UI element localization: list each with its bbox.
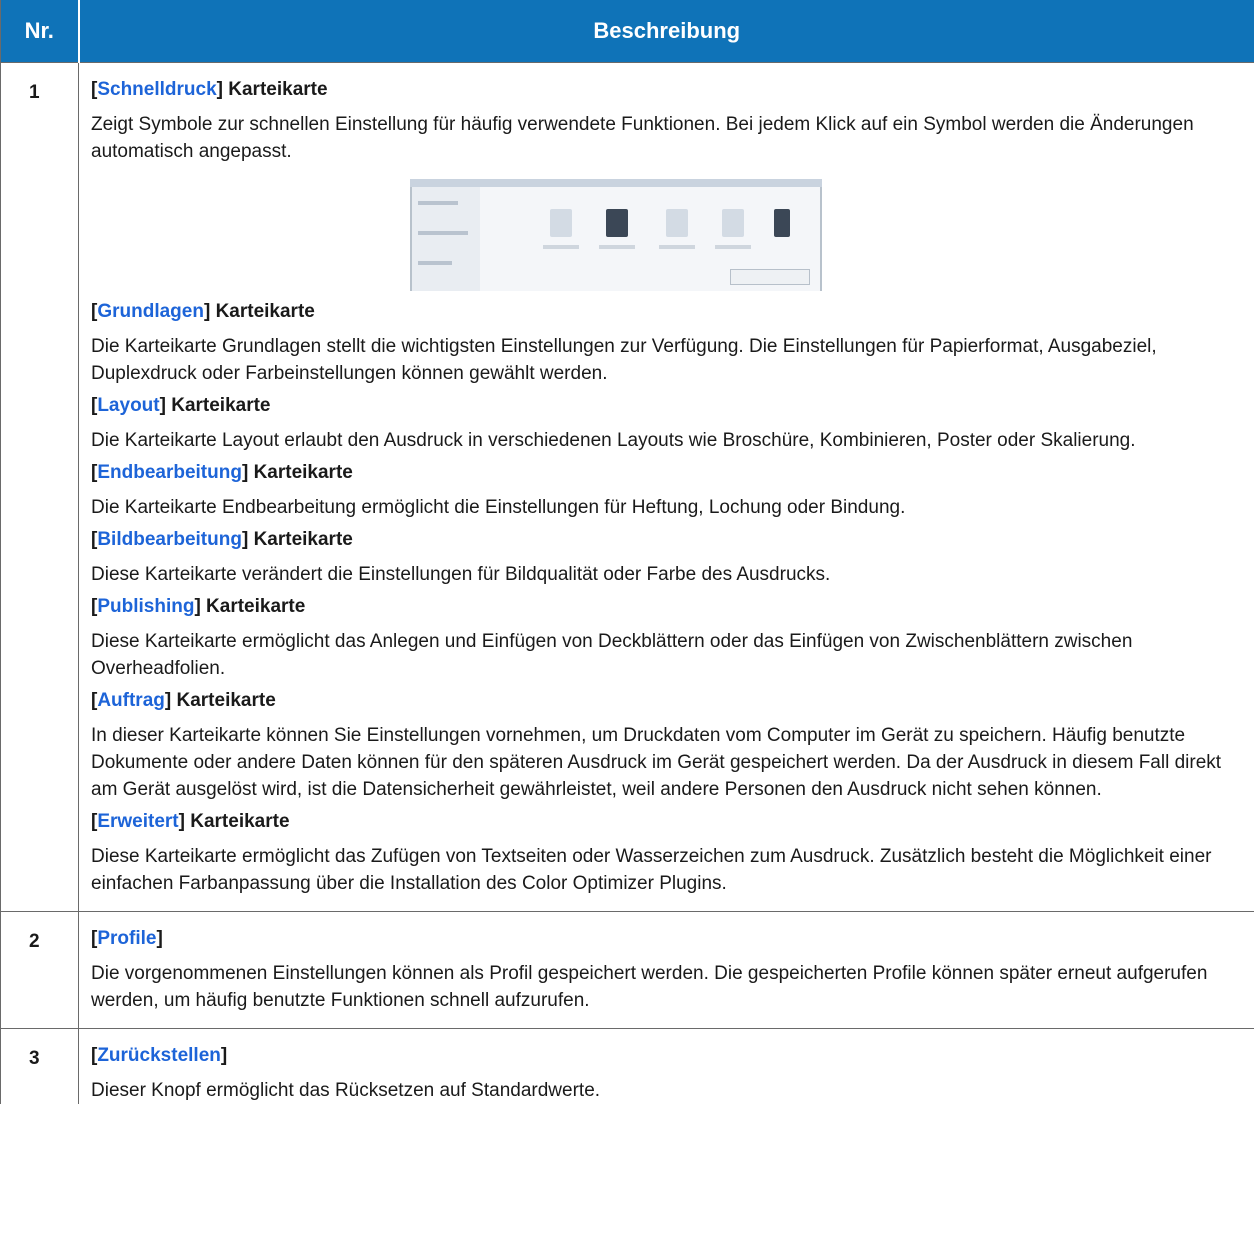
quick-print-screenshot (91, 165, 1244, 291)
section-text: Die vorgenommenen Einstellungen können a… (91, 963, 1208, 1011)
link-profile[interactable]: Profile (97, 928, 156, 949)
table-row: 1 [Schnelldruck] Karteikarte Zeigt Symbo… (0, 62, 1254, 912)
link-layout[interactable]: Layout (97, 395, 159, 416)
table-row: 2 [Profile] Die vorgenommenen Einstellun… (0, 911, 1254, 1029)
section-heading: [Zurückstellen] (91, 1045, 228, 1066)
section-text: Die Karteikarte Endbearbeitung ermöglich… (91, 497, 906, 518)
section-text: Die Karteikarte Layout erlaubt den Ausdr… (91, 430, 1136, 451)
link-grundlagen[interactable]: Grundlagen (97, 301, 204, 322)
section-text: Diese Karteikarte ermöglicht das Anlegen… (91, 631, 1133, 679)
row-number: 1 (0, 62, 79, 912)
section-text: Dieser Knopf ermöglicht das Rücksetzen a… (91, 1080, 601, 1101)
section-heading: [Schnelldruck] Karteikarte (91, 79, 328, 100)
section-heading: [Layout] Karteikarte (91, 395, 271, 416)
section-heading: [Publishing] Karteikarte (91, 596, 306, 617)
link-bildbearbeitung[interactable]: Bildbearbeitung (97, 529, 242, 550)
section-text: Diese Karteikarte ermöglicht das Zufügen… (91, 846, 1212, 894)
section-text: Zeigt Symbole zur schnellen Einstellung … (91, 114, 1194, 162)
table-row: 3 [Zurückstellen] Dieser Knopf ermöglich… (0, 1028, 1254, 1104)
row-number: 2 (0, 911, 79, 1029)
section-heading: [Grundlagen] Karteikarte (91, 301, 315, 322)
section-heading: [Erweitert] Karteikarte (91, 811, 290, 832)
section-text: In dieser Karteikarte können Sie Einstel… (91, 725, 1222, 800)
row-description: [Schnelldruck] Karteikarte Zeigt Symbole… (78, 62, 1254, 912)
row-description: [Zurückstellen] Dieser Knopf ermöglicht … (78, 1028, 1254, 1104)
row-number: 3 (0, 1028, 79, 1104)
link-auftrag[interactable]: Auftrag (97, 690, 165, 711)
link-publishing[interactable]: Publishing (97, 596, 194, 617)
link-schnelldruck[interactable]: Schnelldruck (97, 79, 216, 100)
section-heading: [Endbearbeitung] Karteikarte (91, 462, 353, 483)
header-nr: Nr. (0, 0, 79, 63)
section-heading: [Auftrag] Karteikarte (91, 690, 276, 711)
table-header-row: Nr. Beschreibung (0, 0, 1254, 63)
section-text: Diese Karteikarte verändert die Einstell… (91, 564, 831, 585)
description-table: Nr. Beschreibung 1 [Schnelldruck] Kartei… (0, 0, 1254, 1104)
section-text: Die Karteikarte Grundlagen stellt die wi… (91, 336, 1157, 384)
link-endbearbeitung[interactable]: Endbearbeitung (97, 462, 242, 483)
quick-print-image (410, 179, 822, 291)
section-heading: [Bildbearbeitung] Karteikarte (91, 529, 353, 550)
link-zurueckstellen[interactable]: Zurückstellen (97, 1045, 221, 1066)
link-erweitert[interactable]: Erweitert (97, 811, 178, 832)
row-description: [Profile] Die vorgenommenen Einstellunge… (78, 911, 1254, 1029)
header-beschreibung: Beschreibung (77, 0, 1254, 63)
section-heading: [Profile] (91, 928, 163, 949)
